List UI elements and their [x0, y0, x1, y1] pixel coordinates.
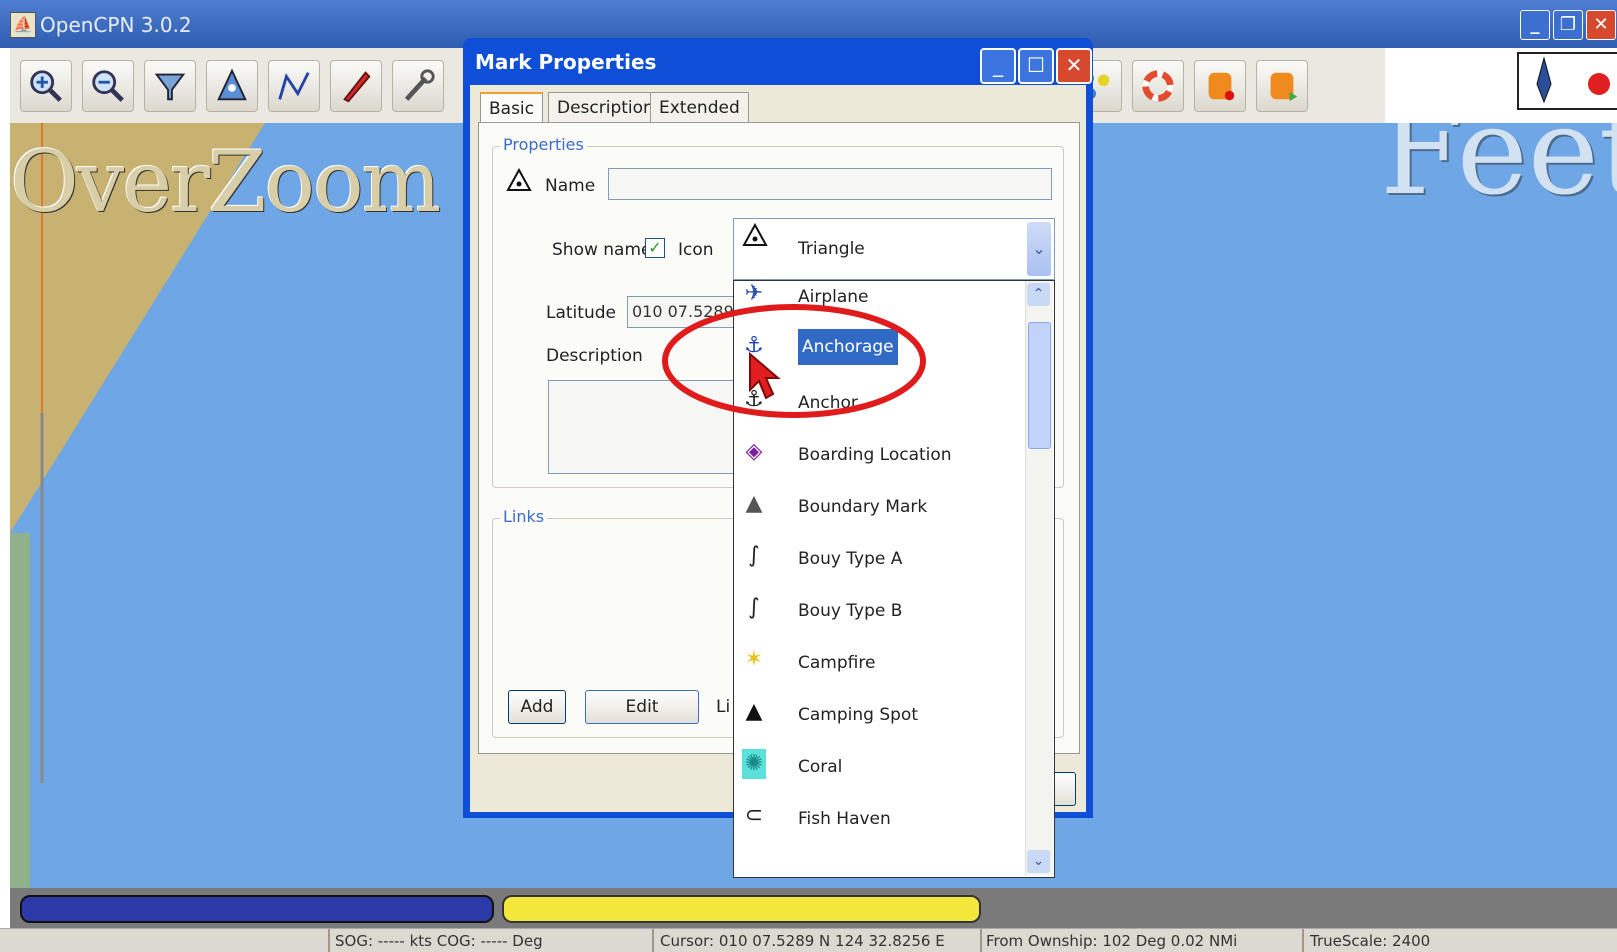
zoom-in-icon: [30, 70, 62, 102]
list-item[interactable]: ⊂ Fish Haven: [734, 795, 1024, 849]
minimize-button[interactable]: _: [1520, 10, 1550, 40]
list-item-label: Boundary Mark: [798, 497, 928, 517]
settings-button[interactable]: [392, 60, 444, 112]
depth-units-label: Feet: [1380, 123, 1617, 222]
list-item[interactable]: ∫ Bouy Type A: [734, 535, 1024, 589]
camping-spot-icon: ▲: [745, 699, 763, 724]
tab-basic[interactable]: Basic: [480, 92, 544, 125]
scale-button[interactable]: [144, 60, 196, 112]
dialog-maximize-button[interactable]: ☐: [1018, 48, 1054, 84]
app-title: OpenCPN 3.0.2: [40, 13, 192, 37]
record-icon: [1208, 72, 1235, 101]
route-button[interactable]: [268, 60, 320, 112]
highlight-ellipse: [662, 304, 926, 418]
status-divider: [652, 929, 654, 952]
lifebuoy-icon: [1142, 70, 1174, 102]
play-icon: [1270, 72, 1298, 102]
funnel-icon: [154, 73, 186, 101]
mark-icon: [217, 68, 247, 101]
description-label: Description: [546, 346, 643, 366]
list-item[interactable]: ▲ Camping Spot: [734, 691, 1024, 745]
list-item-label: Fish Haven: [798, 809, 891, 829]
list-item-label: Bouy Type A: [798, 549, 903, 569]
compass-icon: [1536, 56, 1610, 104]
latitude-label: Latitude: [546, 303, 616, 323]
overzoom-label: OverZoom: [10, 133, 441, 231]
list-item[interactable]: ◈ Boarding Location: [734, 431, 1024, 485]
links-group-label: Links: [500, 507, 548, 526]
play-button[interactable]: [1256, 60, 1308, 112]
show-name-label: Show name: [552, 240, 652, 260]
coral-icon: ✺: [742, 749, 766, 779]
icon-combobox-value: Triangle: [798, 239, 865, 259]
status-bar: SOG: ----- kts COG: ----- Deg Cursor: 01…: [0, 928, 1617, 952]
links-partial-label: Li: [716, 697, 731, 717]
chart-bar-blue[interactable]: [20, 895, 494, 923]
close-button[interactable]: ✕: [1586, 10, 1616, 40]
list-item[interactable]: ∫ Bouy Type B: [734, 587, 1024, 641]
list-item[interactable]: ▲ Boundary Mark: [734, 483, 1024, 537]
triangle-mark-icon: [506, 168, 532, 191]
bouy-type-a-icon: ∫: [748, 543, 760, 568]
name-input[interactable]: [608, 168, 1052, 200]
dialog-close-button[interactable]: ✕: [1056, 48, 1092, 84]
status-divider: [328, 929, 330, 952]
app-icon: ⛵: [10, 12, 36, 38]
icon-combobox[interactable]: Triangle: [733, 218, 1055, 280]
show-name-checkbox[interactable]: ✓: [645, 238, 665, 258]
status-divider: [1302, 929, 1304, 952]
list-item-label: Camping Spot: [798, 705, 918, 725]
add-link-button[interactable]: Add: [508, 690, 566, 724]
zoom-out-button[interactable]: [82, 60, 134, 112]
bouy-type-b-icon: ∫: [748, 595, 760, 620]
boundary-mark-icon: ▲: [745, 491, 763, 516]
land-area: [10, 123, 265, 888]
name-label: Name: [545, 176, 596, 196]
ownship-status: From Ownship: 102 Deg 0.02 NMi: [986, 932, 1238, 950]
scroll-up-button[interactable]: ⌃: [1027, 283, 1050, 306]
list-item-label: Campfire: [798, 653, 876, 673]
tides-button[interactable]: [1132, 60, 1184, 112]
compass-widget[interactable]: [1517, 52, 1617, 110]
dialog-minimize-button[interactable]: _: [980, 48, 1016, 84]
list-item[interactable]: ✺ Coral: [734, 743, 1024, 797]
fish-haven-icon: ⊂: [744, 803, 764, 828]
properties-group-label: Properties: [500, 135, 587, 154]
boat-icon: [343, 71, 371, 103]
restore-button[interactable]: ❐: [1553, 10, 1583, 40]
truescale-status: TrueScale: 2400: [1310, 932, 1431, 950]
edit-link-button[interactable]: Edit: [585, 690, 699, 724]
record-button[interactable]: [1194, 60, 1246, 112]
status-divider: [980, 929, 982, 952]
icon-label: Icon: [678, 240, 714, 260]
boarding-location-icon: ◈: [745, 439, 763, 464]
list-item-label: Bouy Type B: [798, 601, 903, 621]
dialog-title: Mark Properties: [475, 50, 657, 74]
tab-description[interactable]: Description: [548, 92, 663, 123]
list-item-label: Coral: [798, 757, 843, 777]
triangle-icon: [742, 223, 768, 246]
mark-button[interactable]: [206, 60, 258, 112]
cursor-status: Cursor: 010 07.5289 N 124 32.8256 E: [660, 932, 945, 950]
wrench-icon: [404, 69, 435, 101]
boat-button[interactable]: [330, 60, 382, 112]
mouse-pointer-icon: [749, 352, 781, 400]
route-icon: [278, 72, 310, 100]
zoom-out-icon: [92, 70, 124, 102]
tab-extended[interactable]: Extended: [650, 92, 749, 123]
scrollbar-thumb[interactable]: [1028, 322, 1051, 449]
campfire-icon: ✶: [744, 647, 764, 672]
list-item[interactable]: ✶ Campfire: [734, 639, 1024, 693]
list-item-label: Boarding Location: [798, 445, 952, 465]
zoom-in-button[interactable]: [20, 60, 72, 112]
chevron-down-icon[interactable]: ⌄: [1027, 222, 1051, 276]
scroll-down-button[interactable]: ⌄: [1027, 850, 1050, 873]
sog-cog-status: SOG: ----- kts COG: ----- Deg: [335, 932, 543, 950]
chart-bar-yellow[interactable]: [502, 895, 981, 923]
